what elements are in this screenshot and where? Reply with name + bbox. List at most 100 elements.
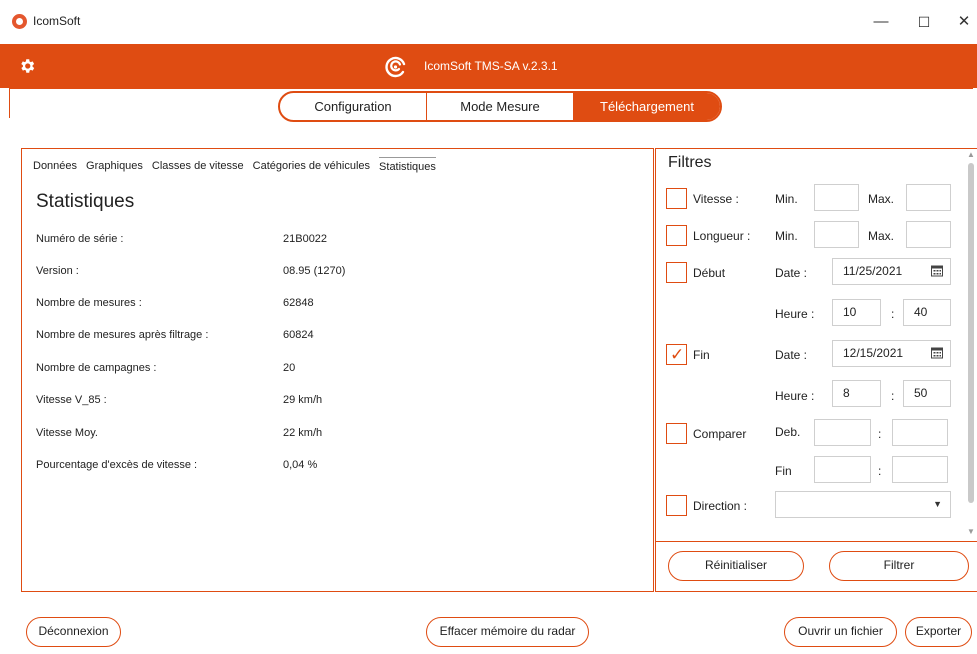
subtab-classes-de-vitesse[interactable]: Classes de vitesse: [152, 160, 244, 176]
debut-hour-input[interactable]: 10: [832, 299, 881, 326]
app-logo-icon: [12, 14, 27, 29]
subtab-statistiques[interactable]: Statistiques: [379, 157, 436, 176]
direction-label: Direction :: [693, 499, 748, 513]
longueur-label: Longueur :: [693, 229, 751, 243]
stat-label: Nombre de campagnes :: [36, 362, 157, 374]
fin-minute-input[interactable]: 50: [903, 380, 951, 407]
clear-memory-button[interactable]: Effacer mémoire du radar: [426, 617, 589, 647]
comparer-separator: :: [878, 464, 882, 478]
fin-checkbox[interactable]: ✓: [666, 344, 687, 365]
fin-hour-input[interactable]: 8: [832, 380, 881, 407]
open-file-button[interactable]: Ouvrir un fichier: [784, 617, 897, 647]
comparer-deb-input-1[interactable]: [814, 419, 871, 446]
main-tabs: Configuration Mode Mesure Téléchargement: [278, 91, 722, 122]
vitesse-min-label: Min.: [775, 192, 798, 206]
debut-date-label: Date :: [775, 266, 808, 280]
chevron-down-icon: ▼: [933, 499, 942, 509]
comparer-fin-input-2[interactable]: [892, 456, 948, 483]
vitesse-max-input[interactable]: [906, 184, 951, 211]
longueur-min-input[interactable]: [814, 221, 859, 248]
filters-scrollbar[interactable]: ▲ ▼: [965, 149, 977, 541]
calendar-icon[interactable]: [930, 264, 944, 278]
time-separator: :: [891, 389, 895, 403]
app-header: IcomSoft TMS-SA v.2.3.1: [0, 44, 977, 88]
stat-label: Vitesse Moy.: [36, 427, 98, 439]
direction-select[interactable]: ▼: [775, 491, 951, 518]
stat-value: 08.95 (1270): [283, 265, 346, 277]
debut-label: Début: [693, 266, 726, 280]
comparer-checkbox[interactable]: [666, 423, 687, 444]
scroll-down-icon[interactable]: ▼: [967, 527, 975, 536]
comparer-deb-input-2[interactable]: [892, 419, 948, 446]
tab-telechargement[interactable]: Téléchargement: [574, 93, 720, 120]
checkmark-icon: ✓: [670, 345, 685, 364]
vitesse-max-label: Max.: [868, 192, 895, 206]
subtab-graphiques[interactable]: Graphiques: [86, 160, 143, 176]
stat-value: 62848: [283, 297, 314, 309]
left-border: [9, 88, 10, 118]
calendar-icon[interactable]: [930, 346, 944, 360]
header-title: IcomSoft TMS-SA v.2.3.1: [424, 59, 558, 73]
time-separator: :: [891, 307, 895, 321]
stat-label: Nombre de mesures après filtrage :: [36, 329, 209, 341]
gear-icon[interactable]: [18, 57, 36, 75]
direction-checkbox[interactable]: [666, 495, 687, 516]
title-bar: IcomSoft — ☐ ✕: [0, 0, 977, 44]
comparer-separator: :: [878, 427, 882, 441]
maximize-button[interactable]: ☐: [909, 10, 939, 34]
comparer-fin-input-1[interactable]: [814, 456, 871, 483]
stat-label: Version :: [36, 265, 79, 277]
debut-minute-input[interactable]: 40: [903, 299, 951, 326]
close-button[interactable]: ✕: [949, 10, 977, 34]
scroll-up-icon[interactable]: ▲: [967, 150, 975, 159]
stat-value: 22 km/h: [283, 427, 323, 439]
tab-configuration[interactable]: Configuration: [280, 93, 427, 120]
reset-button[interactable]: Réinitialiser: [668, 551, 804, 581]
vitesse-label: Vitesse :: [693, 192, 739, 206]
filter-button[interactable]: Filtrer: [829, 551, 969, 581]
vitesse-checkbox[interactable]: [666, 188, 687, 209]
comparer-fin-label: Fin: [775, 464, 792, 478]
statistics-panel: Données Graphiques Classes de vitesse Ca…: [21, 148, 654, 592]
fin-heure-label: Heure :: [775, 389, 815, 403]
window-title: IcomSoft: [33, 14, 81, 28]
debut-date-value: 11/25/2021: [843, 264, 903, 278]
scroll-thumb[interactable]: [968, 163, 974, 503]
filters-panel: Filtres Vitesse : Min. Max. Longueur : M…: [655, 148, 977, 592]
brand-logo-icon: [385, 56, 406, 78]
longueur-checkbox[interactable]: [666, 225, 687, 246]
debut-date-picker[interactable]: 11/25/2021: [832, 258, 951, 285]
header-divider: [9, 88, 973, 89]
stat-value: 20: [283, 362, 296, 374]
stat-value: 29 km/h: [283, 394, 323, 406]
disconnect-button[interactable]: Déconnexion: [26, 617, 121, 647]
longueur-max-label: Max.: [868, 229, 895, 243]
debut-checkbox[interactable]: [666, 262, 687, 283]
stat-label: Nombre de mesures :: [36, 297, 142, 309]
stat-label: Numéro de série :: [36, 233, 124, 245]
debut-heure-label: Heure :: [775, 307, 815, 321]
comparer-deb-label: Deb.: [775, 425, 801, 439]
filters-title: Filtres: [668, 154, 712, 171]
subtab-donnees[interactable]: Données: [33, 160, 77, 176]
longueur-max-input[interactable]: [906, 221, 951, 248]
page-title: Statistiques: [36, 191, 135, 212]
sub-tabs: Données Graphiques Classes de vitesse Ca…: [33, 157, 436, 176]
filters-divider: [656, 541, 977, 542]
comparer-label: Comparer: [693, 427, 747, 441]
stat-value: 0,04 %: [283, 459, 318, 471]
vitesse-min-input[interactable]: [814, 184, 859, 211]
export-button[interactable]: Exporter: [905, 617, 972, 647]
subtab-categories-de-vehicules[interactable]: Catégories de véhicules: [253, 160, 370, 176]
stat-value: 21B0022: [283, 233, 328, 245]
stat-value: 60824: [283, 329, 314, 341]
fin-date-value: 12/15/2021: [843, 346, 904, 360]
stat-label: Pourcentage d'excès de vitesse :: [36, 459, 198, 471]
stat-label: Vitesse V_85 :: [36, 394, 107, 406]
minimize-button[interactable]: —: [866, 10, 896, 34]
fin-date-picker[interactable]: 12/15/2021: [832, 340, 951, 367]
fin-date-label: Date :: [775, 348, 808, 362]
longueur-min-label: Min.: [775, 229, 798, 243]
tab-mode-mesure[interactable]: Mode Mesure: [427, 93, 574, 120]
fin-label: Fin: [693, 348, 710, 362]
